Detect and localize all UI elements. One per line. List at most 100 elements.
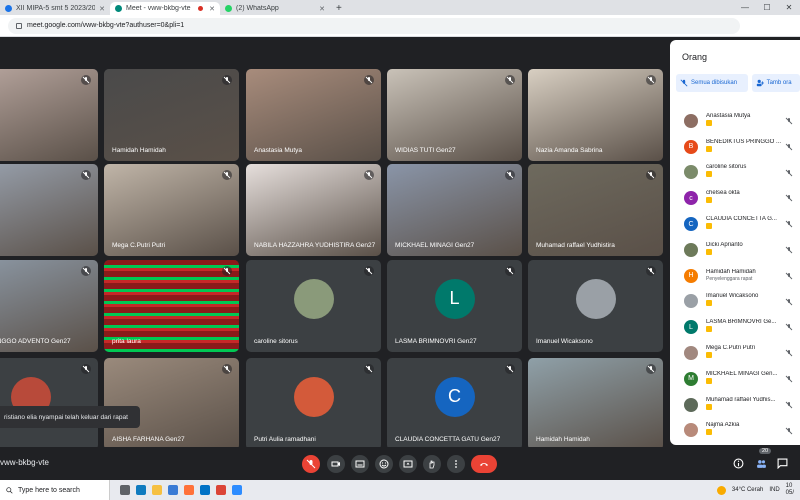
emoji-icon (379, 459, 389, 469)
participant-name: Muhamad raffael Yudhistira (536, 242, 615, 249)
participant-tile[interactable]: anto (0, 358, 98, 450)
avatar: L (684, 320, 698, 335)
participant-tile[interactable]: TUS PRINGGO ADVENTO Gen27 (0, 260, 98, 352)
list-item[interactable]: Imanuel Wicaksono (670, 289, 800, 315)
mail-icon[interactable] (200, 485, 210, 495)
mic-off-icon[interactable] (784, 400, 794, 410)
participant-tile[interactable]: prita laura (104, 260, 239, 352)
list-item[interactable]: H Hamidah Hamidah Penyelenggara rapat (670, 263, 800, 289)
zoom-icon[interactable] (232, 485, 242, 495)
list-item[interactable]: Mega C.Putri Putri (670, 340, 800, 366)
mic-off-icon (222, 364, 232, 374)
new-tab-button[interactable]: + (330, 2, 348, 15)
tab-whatsapp[interactable]: (2) WhatsApp ✕ (220, 2, 330, 15)
list-item[interactable]: c chelsea okta (670, 185, 800, 211)
participant-tile[interactable]: C CLAUDIA CONCETTA GATU Gen27 (387, 358, 522, 450)
more-options-button[interactable] (447, 455, 465, 473)
participant-name: CLAUDIA CONCETTA G... (706, 216, 777, 223)
tab-meet[interactable]: Meet - vww-bkbg-vte ✕ (110, 2, 220, 15)
avatar (684, 242, 698, 257)
list-item[interactable]: caroline sitorus (670, 160, 800, 186)
mic-off-icon[interactable] (784, 297, 794, 307)
mic-off-icon[interactable] (784, 271, 794, 281)
list-item[interactable]: Muhamad raffael Yudhis... (670, 392, 800, 418)
mic-off-icon[interactable] (784, 168, 794, 178)
classroom-icon (5, 5, 12, 12)
participant-name: LASMA BRIMNOVRI Ge... (706, 319, 777, 326)
taskbar-search[interactable]: Type here to search (0, 480, 110, 500)
close-icon[interactable]: ✕ (209, 5, 215, 13)
list-item[interactable]: M MICKHAEL MINAGI Gen... (670, 366, 800, 392)
present-screen-button[interactable] (399, 455, 417, 473)
video-grid: kia Hamidah Hamidah Anastasia Mutya WIDIAS … (0, 37, 670, 450)
participant-name: BENEDIKTUS PRINGGO ... (706, 138, 782, 145)
chat-button[interactable] (775, 456, 789, 470)
avatar: M (684, 371, 698, 386)
meeting-info-button[interactable] (731, 456, 745, 470)
windows-taskbar: Type here to search 34°C Cerah IND 10 05… (0, 480, 800, 500)
participant-tile[interactable]: Nazia Amanda Sabrina (528, 69, 663, 161)
captions-button[interactable] (351, 455, 369, 473)
participant-tile[interactable]: L LASMA BRIMNOVRI Gen27 (387, 260, 522, 352)
mic-off-icon[interactable] (784, 245, 794, 255)
participant-tile[interactable]: MICKHAEL MINAGI Gen27 (387, 164, 522, 256)
mic-off-icon[interactable] (784, 219, 794, 229)
mic-off-icon[interactable] (784, 426, 794, 436)
mic-off-icon (222, 266, 232, 276)
url-field[interactable]: meet.google.com/vww-bkbg-vte?authuser=0&… (8, 17, 740, 34)
avatar: H (684, 268, 698, 283)
participant-tile[interactable]: Putri Aulia ramadhani (246, 358, 381, 450)
list-item[interactable]: Anastasia Mutya (670, 108, 800, 134)
participant-tile[interactable]: kia (0, 69, 98, 161)
participant-name: CLAUDIA CONCETTA GATU Gen27 (395, 436, 501, 443)
participant-tile[interactable]: Muhamad raffael Yudhistira (528, 164, 663, 256)
leave-call-button[interactable] (471, 455, 497, 473)
guest-badge-icon (706, 145, 712, 152)
participant-tile[interactable]: caroline sitorus (246, 260, 381, 352)
mic-off-icon[interactable] (784, 374, 794, 384)
participant-tile[interactable]: Hamidah Hamidah (528, 358, 663, 450)
participant-tile[interactable]: Anastasia Mutya (246, 69, 381, 161)
minimize-icon[interactable]: — (734, 3, 756, 12)
chat-icon (777, 458, 787, 469)
participant-tile[interactable]: Hamidah Hamidah (104, 69, 239, 161)
guest-badge-icon (706, 119, 712, 126)
file-explorer-icon[interactable] (152, 485, 162, 495)
mic-off-icon[interactable] (784, 348, 794, 358)
participant-tile[interactable]: AISHA FARHANA Gen27 (104, 358, 239, 450)
list-item[interactable]: C CLAUDIA CONCETTA G... (670, 211, 800, 237)
close-icon[interactable]: ✕ (99, 5, 105, 13)
participant-tile[interactable]: Mega C.Putri Putri (104, 164, 239, 256)
list-item[interactable]: B BENEDIKTUS PRINGGO ... (670, 134, 800, 160)
store-icon[interactable] (168, 485, 178, 495)
mic-off-icon[interactable] (784, 193, 794, 203)
close-window-icon[interactable]: ✕ (778, 3, 800, 12)
add-people-button[interactable]: Tamb ora (751, 74, 800, 92)
camera-toggle-button[interactable] (327, 455, 345, 473)
meeting-control-bar: vww-bkbg-vte 20 (0, 447, 800, 480)
maximize-icon[interactable]: ☐ (756, 3, 778, 12)
task-view-icon[interactable] (120, 485, 130, 495)
mic-off-icon[interactable] (784, 116, 794, 126)
mic-off-icon (222, 170, 232, 180)
list-item[interactable]: L LASMA BRIMNOVRI Ge... (670, 314, 800, 340)
participant-tile[interactable]: WIDIAS TUTI Gen27 (387, 69, 522, 161)
chrome-icon[interactable] (216, 485, 226, 495)
raise-hand-button[interactable] (423, 455, 441, 473)
mic-toggle-button[interactable] (302, 455, 320, 473)
firefox-icon[interactable] (184, 485, 194, 495)
mute-all-button[interactable]: Semua dibisukan (676, 74, 748, 92)
mic-off-icon[interactable] (784, 142, 794, 152)
people-button[interactable] (754, 456, 768, 470)
list-item[interactable]: Dicki Aprianto (670, 237, 800, 263)
participant-tile[interactable]: zkia (0, 164, 98, 256)
mic-off-icon[interactable] (784, 322, 794, 332)
tab-classroom[interactable]: XII MIPA-5 smt 5 2023/2024 ✕ (0, 2, 110, 15)
close-icon[interactable]: ✕ (319, 5, 325, 13)
participant-tile[interactable]: Imanuel Wicaksono (528, 260, 663, 352)
list-item[interactable]: Najma Azkia (670, 418, 800, 444)
participant-tile[interactable]: NABILA HAZZAHRA YUDHISTIRA Gen27 (246, 164, 381, 256)
edge-icon[interactable] (136, 485, 146, 495)
reactions-button[interactable] (375, 455, 393, 473)
captions-icon (355, 460, 365, 468)
